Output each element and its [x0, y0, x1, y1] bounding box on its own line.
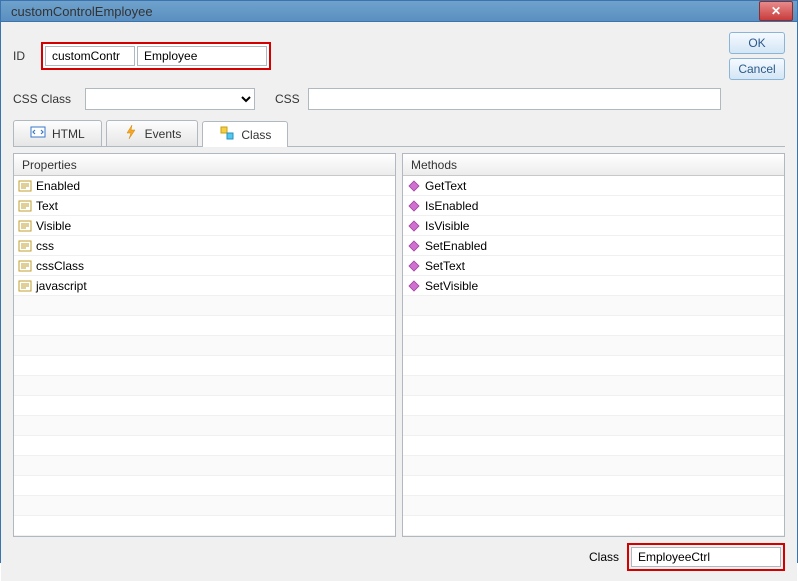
- methods-header: Methods: [403, 154, 784, 176]
- dialog-content: ID OK Cancel CSS Class CSS HTML: [1, 22, 797, 581]
- method-icon: [407, 279, 421, 293]
- property-label: css: [36, 239, 54, 253]
- method-icon: [407, 259, 421, 273]
- method-item[interactable]: GetText: [403, 176, 784, 196]
- property-icon: [18, 219, 32, 233]
- properties-header: Properties: [14, 154, 395, 176]
- property-label: Visible: [36, 219, 71, 233]
- method-item[interactable]: SetEnabled: [403, 236, 784, 256]
- method-label: SetEnabled: [425, 239, 487, 253]
- property-item[interactable]: Enabled: [14, 176, 395, 196]
- methods-panel: Methods GetText IsEnabled IsVisible SetEnab…: [402, 153, 785, 537]
- cssclass-label: CSS Class: [13, 92, 77, 106]
- property-icon: [18, 239, 32, 253]
- method-icon: [407, 179, 421, 193]
- methods-list: GetText IsEnabled IsVisible SetEnabled SetTe…: [403, 176, 784, 536]
- method-icon: [407, 239, 421, 253]
- dialog-buttons: OK Cancel: [729, 32, 785, 80]
- method-item[interactable]: SetText: [403, 256, 784, 276]
- tab-html-label: HTML: [52, 127, 85, 141]
- class-tab-content: Properties Enabled Text Visible css cssClass…: [13, 153, 785, 537]
- method-item[interactable]: IsEnabled: [403, 196, 784, 216]
- tab-class[interactable]: Class: [202, 121, 288, 147]
- property-label: Text: [36, 199, 58, 213]
- tab-events-label: Events: [145, 127, 182, 141]
- css-row: CSS Class CSS: [13, 88, 785, 110]
- lightning-icon: [123, 124, 139, 143]
- dialog-window: customControlEmployee ✕ ID OK Cancel CSS…: [0, 0, 798, 563]
- tab-bar: HTML Events Class: [13, 120, 785, 147]
- tab-html[interactable]: HTML: [13, 120, 102, 146]
- ok-button[interactable]: OK: [729, 32, 785, 54]
- html-icon: [30, 124, 46, 143]
- id-row: ID OK Cancel: [13, 32, 785, 80]
- cancel-button[interactable]: Cancel: [729, 58, 785, 80]
- method-item[interactable]: IsVisible: [403, 216, 784, 236]
- id-label: ID: [13, 49, 33, 63]
- id-value-input[interactable]: [137, 46, 267, 66]
- properties-list: Enabled Text Visible css cssClass javascript: [14, 176, 395, 536]
- class-input[interactable]: [631, 547, 781, 567]
- property-item[interactable]: Visible: [14, 216, 395, 236]
- property-label: javascript: [36, 279, 87, 293]
- property-icon: [18, 279, 32, 293]
- footer-row: Class: [13, 543, 785, 571]
- class-label: Class: [589, 550, 619, 564]
- method-item[interactable]: SetVisible: [403, 276, 784, 296]
- id-group-highlight: [41, 42, 271, 70]
- property-label: cssClass: [36, 259, 84, 273]
- class-input-highlight: [627, 543, 785, 571]
- tab-class-label: Class: [241, 128, 271, 142]
- close-icon: ✕: [771, 4, 781, 18]
- method-label: IsEnabled: [425, 199, 478, 213]
- method-label: SetVisible: [425, 279, 478, 293]
- property-item[interactable]: Text: [14, 196, 395, 216]
- properties-panel: Properties Enabled Text Visible css cssClass…: [13, 153, 396, 537]
- tab-events[interactable]: Events: [106, 120, 199, 146]
- method-icon: [407, 219, 421, 233]
- id-prefix-input[interactable]: [45, 46, 135, 66]
- class-icon: [219, 125, 235, 144]
- dialog-title: customControlEmployee: [11, 4, 759, 19]
- property-item[interactable]: css: [14, 236, 395, 256]
- close-button[interactable]: ✕: [759, 1, 793, 21]
- property-item[interactable]: cssClass: [14, 256, 395, 276]
- property-icon: [18, 259, 32, 273]
- css-input[interactable]: [308, 88, 721, 110]
- property-item[interactable]: javascript: [14, 276, 395, 296]
- property-label: Enabled: [36, 179, 80, 193]
- cssclass-select[interactable]: [85, 88, 255, 110]
- property-icon: [18, 179, 32, 193]
- method-label: IsVisible: [425, 219, 469, 233]
- titlebar: customControlEmployee ✕: [1, 1, 797, 22]
- method-icon: [407, 199, 421, 213]
- property-icon: [18, 199, 32, 213]
- css-label: CSS: [275, 92, 300, 106]
- method-label: GetText: [425, 179, 466, 193]
- method-label: SetText: [425, 259, 465, 273]
